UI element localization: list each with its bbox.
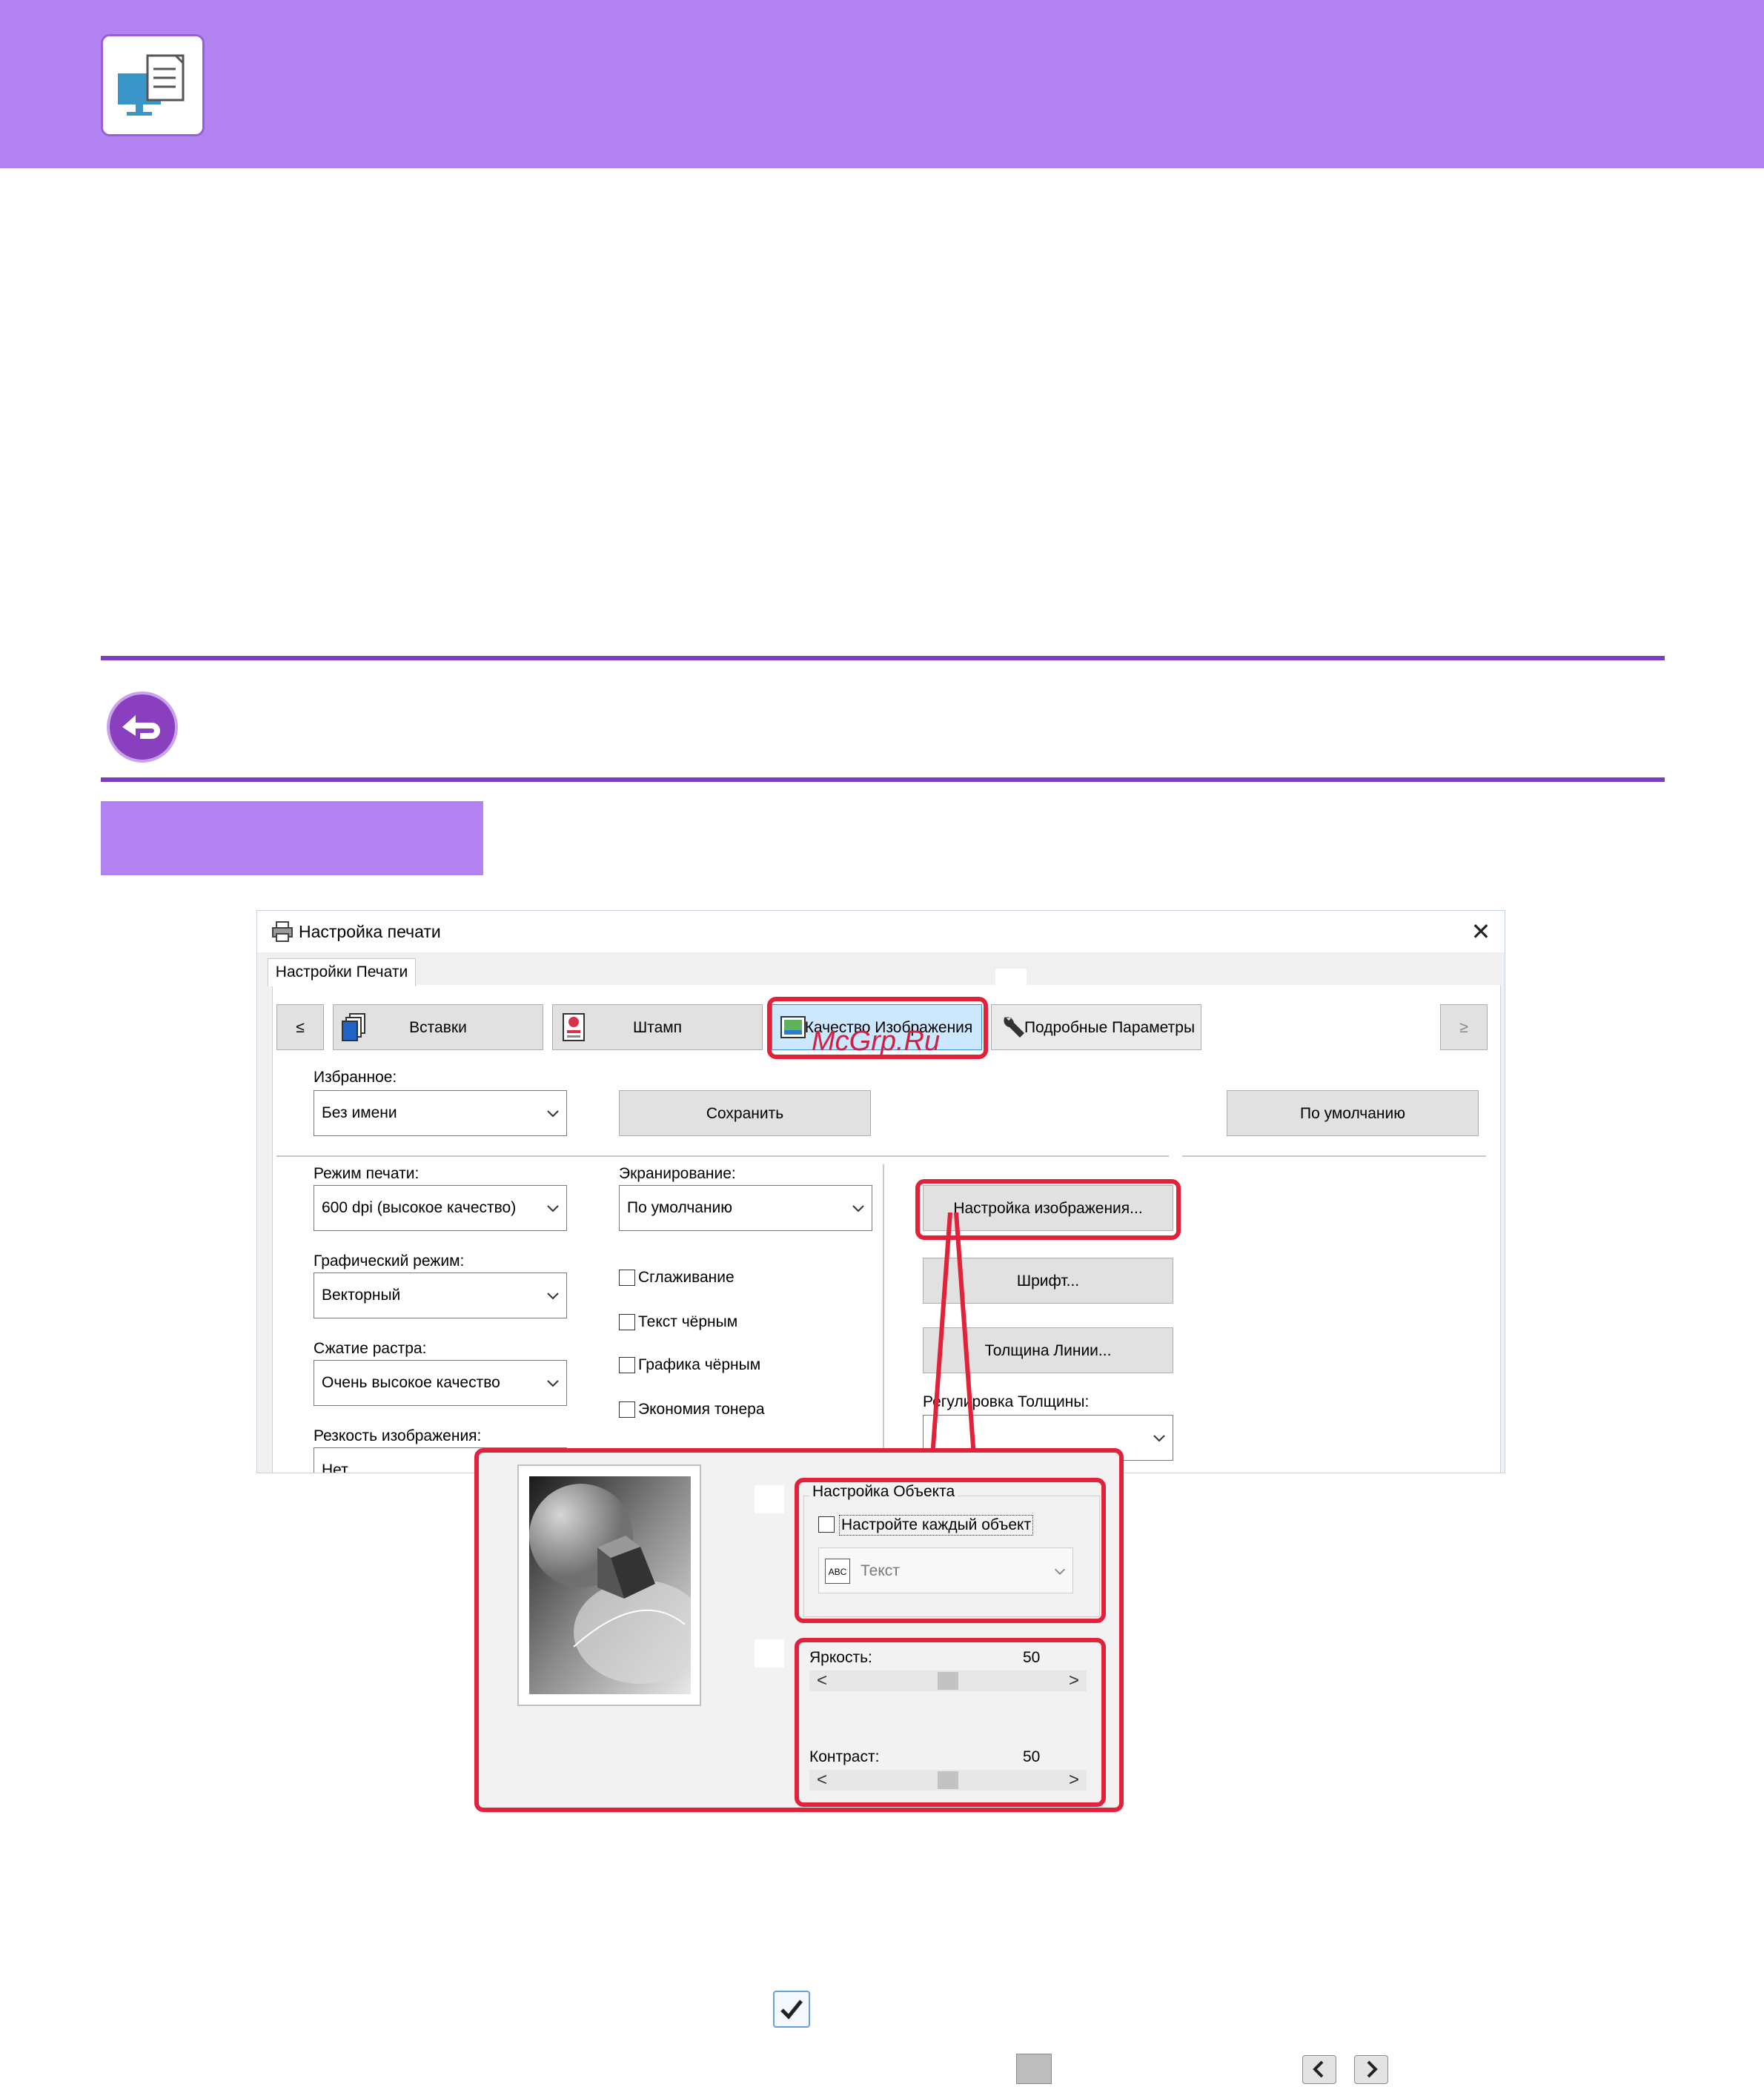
graphics-mode-label: Графический режим: xyxy=(314,1252,465,1270)
favorites-select[interactable]: Без имени xyxy=(314,1090,567,1136)
raster-compression-value: Очень высокое качество xyxy=(322,1374,500,1391)
print-mode-select[interactable]: 600 dpi (высокое качество) xyxy=(314,1185,567,1231)
divider-top xyxy=(101,656,1665,660)
graphics-black-checkbox[interactable] xyxy=(619,1357,635,1373)
toner-save-checkbox[interactable] xyxy=(619,1401,635,1418)
smoothing-checkbox[interactable] xyxy=(619,1270,635,1286)
nav-next-button[interactable]: ≥ xyxy=(1440,1004,1488,1050)
callout-marker-2 xyxy=(755,1639,784,1668)
dialog-title: Настройка печати xyxy=(299,922,441,941)
tab-advanced-label: Подробные Параметры xyxy=(1024,1019,1196,1036)
raster-compression-label: Сжатие растра: xyxy=(314,1340,427,1357)
column-separator xyxy=(883,1164,884,1473)
slider-thumb-icon xyxy=(1016,2054,1052,2084)
preview-frame xyxy=(517,1464,707,1706)
chevron-down-icon xyxy=(547,1110,559,1118)
highlight-brightness-contrast xyxy=(795,1638,1106,1807)
graphics-black-label: Графика чёрным xyxy=(638,1356,761,1373)
printer-icon xyxy=(271,920,294,943)
image-adjustment-popup: Настройка Объекта Настройте каждый объек… xyxy=(474,1448,1124,1812)
screening-select[interactable]: По умолчанию xyxy=(619,1185,872,1231)
watermark-text: McGrp.Ru xyxy=(812,1026,941,1057)
tab-stamp[interactable]: Штамп xyxy=(552,1004,763,1050)
raster-compression-select[interactable]: Очень высокое качество xyxy=(314,1360,567,1406)
header-band xyxy=(0,0,1764,168)
section-bar xyxy=(101,801,483,875)
chevron-down-icon xyxy=(547,1293,559,1300)
toner-save-label: Экономия тонера xyxy=(638,1401,765,1418)
arrow-left-icon xyxy=(1302,2055,1336,2084)
print-settings-dialog: Настройка печати ✕ Настройки Печати ≤ Вс… xyxy=(256,910,1505,1473)
close-button[interactable]: ✕ xyxy=(1464,915,1498,949)
dialog-titlebar: Настройка печати ✕ xyxy=(257,911,1505,952)
graphics-mode-value: Векторный xyxy=(322,1287,401,1304)
separator-left xyxy=(276,1155,1169,1157)
tab-print-settings[interactable]: Настройки Печати xyxy=(268,958,416,986)
text-black-checkbox[interactable] xyxy=(619,1314,635,1330)
smoothing-label: Сглаживание xyxy=(638,1269,735,1286)
highlight-object-settings xyxy=(795,1478,1106,1623)
screening-label: Экранирование: xyxy=(619,1165,736,1182)
tab-inserts[interactable]: Вставки xyxy=(333,1004,543,1050)
hidden-tab-placeholder xyxy=(995,969,1027,988)
tab-advanced[interactable]: Подробные Параметры xyxy=(991,1004,1201,1050)
chevron-down-icon xyxy=(852,1205,864,1212)
chevron-down-icon xyxy=(1153,1435,1165,1442)
checkmark-icon xyxy=(773,1991,810,2028)
graphics-mode-select[interactable]: Векторный xyxy=(314,1273,567,1318)
save-button[interactable]: Сохранить xyxy=(619,1090,871,1136)
nav-prev-button[interactable]: ≤ xyxy=(276,1004,324,1050)
tab-stamp-label: Штамп xyxy=(632,1019,683,1036)
print-mode-value: 600 dpi (высокое качество) xyxy=(322,1199,517,1216)
chevron-down-icon xyxy=(547,1380,559,1387)
chevron-down-icon xyxy=(547,1205,559,1212)
sharpness-value: Нет xyxy=(322,1461,348,1473)
callout-marker-1 xyxy=(755,1485,784,1513)
divider-bottom xyxy=(101,777,1665,782)
arrow-right-icon xyxy=(1354,2055,1388,2084)
favorites-value: Без имени xyxy=(322,1104,397,1121)
print-mode-label: Режим печати: xyxy=(314,1165,420,1182)
sharpness-label: Резкость изображения: xyxy=(314,1427,482,1444)
back-arrow-icon[interactable] xyxy=(106,691,179,763)
callout-connector xyxy=(930,1212,976,1457)
preview-image xyxy=(529,1476,707,1694)
screening-value: По умолчанию xyxy=(627,1199,733,1216)
text-black-label: Текст чёрным xyxy=(638,1313,738,1330)
separator-right xyxy=(1182,1155,1486,1157)
favorites-label: Избранное: xyxy=(314,1069,397,1086)
printer-monitor-icon xyxy=(101,34,205,136)
tab-inserts-label: Вставки xyxy=(409,1019,467,1036)
default-button[interactable]: По умолчанию xyxy=(1227,1090,1479,1136)
